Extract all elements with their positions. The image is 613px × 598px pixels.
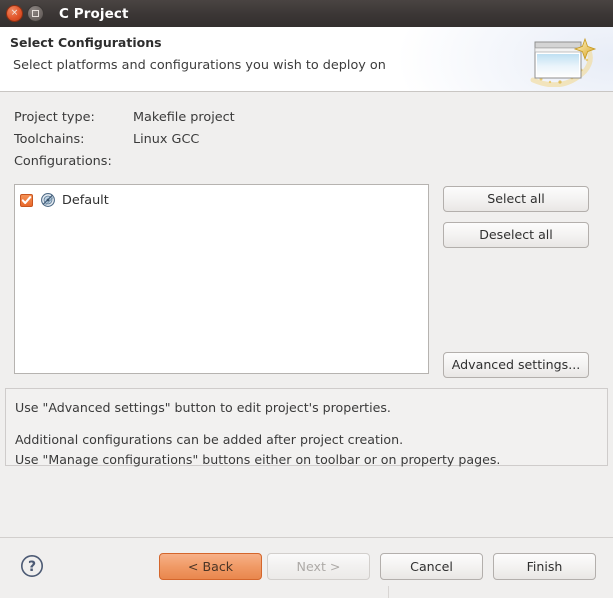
wizard-header: Select Configurations Select platforms a…	[0, 27, 613, 92]
advanced-settings-button[interactable]: Advanced settings...	[443, 352, 589, 378]
list-item[interactable]: Default	[15, 189, 428, 211]
wizard-body: Project type: Makefile project Toolchain…	[0, 92, 613, 537]
info-row-configurations: Configurations:	[14, 154, 235, 176]
close-glyph: ×	[10, 8, 19, 18]
page-description: Select platforms and configurations you …	[13, 58, 386, 73]
footer-divider	[388, 586, 389, 598]
description-panel: Use "Advanced settings" button to edit p…	[5, 388, 608, 467]
help-question-icon[interactable]: ?	[19, 553, 45, 579]
cancel-button[interactable]: Cancel	[380, 553, 483, 580]
project-type-value: Makefile project	[133, 110, 235, 125]
check-icon	[21, 195, 32, 204]
finish-button[interactable]: Finish	[493, 553, 596, 580]
wizard-window-sparkle-icon	[530, 37, 597, 87]
project-type-label: Project type:	[14, 110, 95, 125]
back-button[interactable]: < Back	[159, 553, 262, 580]
page-title: Select Configurations	[10, 35, 162, 50]
close-icon[interactable]: ×	[6, 5, 23, 22]
info-row-project-type: Project type: Makefile project	[14, 110, 235, 132]
maximize-icon[interactable]	[27, 5, 44, 22]
description-line-2: Additional configurations can be added a…	[15, 432, 404, 447]
window-title: C Project	[59, 5, 129, 22]
toolchains-label: Toolchains:	[14, 132, 85, 147]
c-project-wizard-window: × C Project Select Configurations Select…	[0, 0, 613, 598]
toolchains-value: Linux GCC	[133, 132, 200, 147]
next-button: Next >	[267, 553, 370, 580]
description-line-1: Use "Advanced settings" button to edit p…	[15, 400, 391, 415]
description-line-3: Use "Manage configurations" buttons eith…	[15, 452, 501, 467]
svg-text:?: ?	[28, 559, 36, 575]
configurations-list[interactable]: Default	[14, 184, 429, 374]
project-info: Project type: Makefile project Toolchain…	[14, 110, 235, 176]
titlebar: × C Project	[0, 0, 613, 27]
list-item-label: Default	[62, 192, 109, 208]
configurations-label: Configurations:	[14, 154, 112, 169]
configuration-icon	[41, 193, 55, 207]
info-row-toolchains: Toolchains: Linux GCC	[14, 132, 235, 154]
deselect-all-button[interactable]: Deselect all	[443, 222, 589, 248]
configuration-checkbox[interactable]	[20, 193, 33, 207]
maximize-glyph	[32, 10, 39, 17]
select-all-button[interactable]: Select all	[443, 186, 589, 212]
